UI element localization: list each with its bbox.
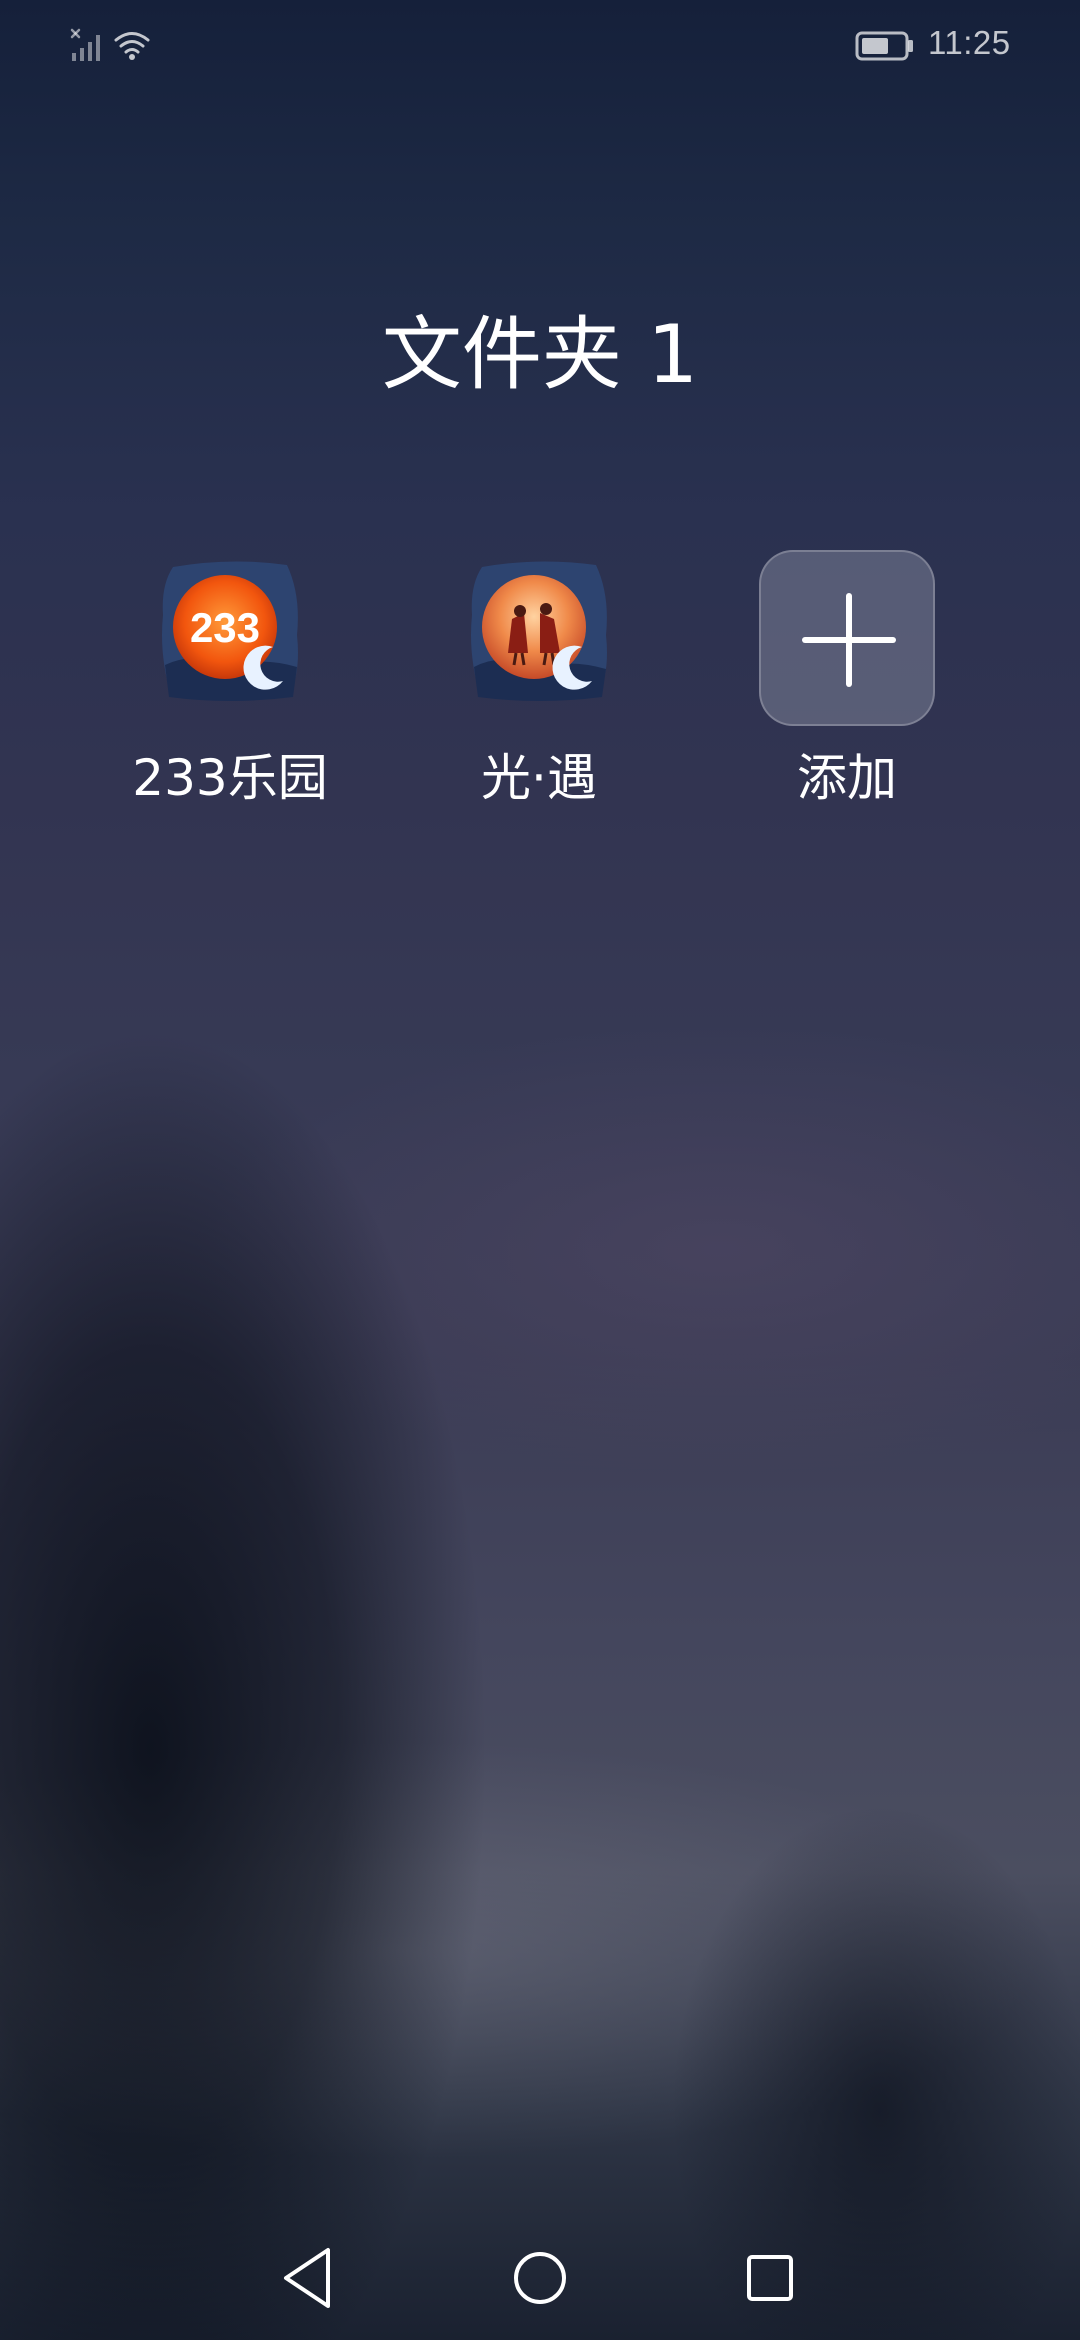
- back-triangle-icon[interactable]: [270, 2238, 350, 2318]
- app-label-add: 添加: [797, 749, 897, 807]
- status-bar: 11:25: [0, 0, 1080, 92]
- app-label-sky: 光·遇: [481, 749, 597, 807]
- battery-icon: [855, 31, 913, 61]
- signal-no-sim-icon: [70, 28, 100, 61]
- app-233-park[interactable]: 233 233乐园: [80, 545, 380, 825]
- status-time: 11:25: [928, 24, 1011, 61]
- folder-title[interactable]: 文件夹 1: [0, 300, 1080, 410]
- app-sky[interactable]: 光·遇: [389, 545, 689, 825]
- 233-badge-text: 233: [190, 604, 260, 651]
- navigation-bar: [0, 2220, 1080, 2340]
- add-tile[interactable]: [759, 550, 935, 726]
- add-app-button[interactable]: 添加: [697, 545, 997, 825]
- sky-game-app-icon: [471, 561, 607, 701]
- recent-apps-square-icon[interactable]: [730, 2238, 810, 2318]
- home-circle-icon[interactable]: [500, 2238, 580, 2318]
- plus-icon: [802, 593, 896, 687]
- wifi-icon: [114, 32, 150, 60]
- 233-park-app-icon: 233: [162, 561, 298, 701]
- app-label-233-park: 233乐园: [132, 749, 328, 807]
